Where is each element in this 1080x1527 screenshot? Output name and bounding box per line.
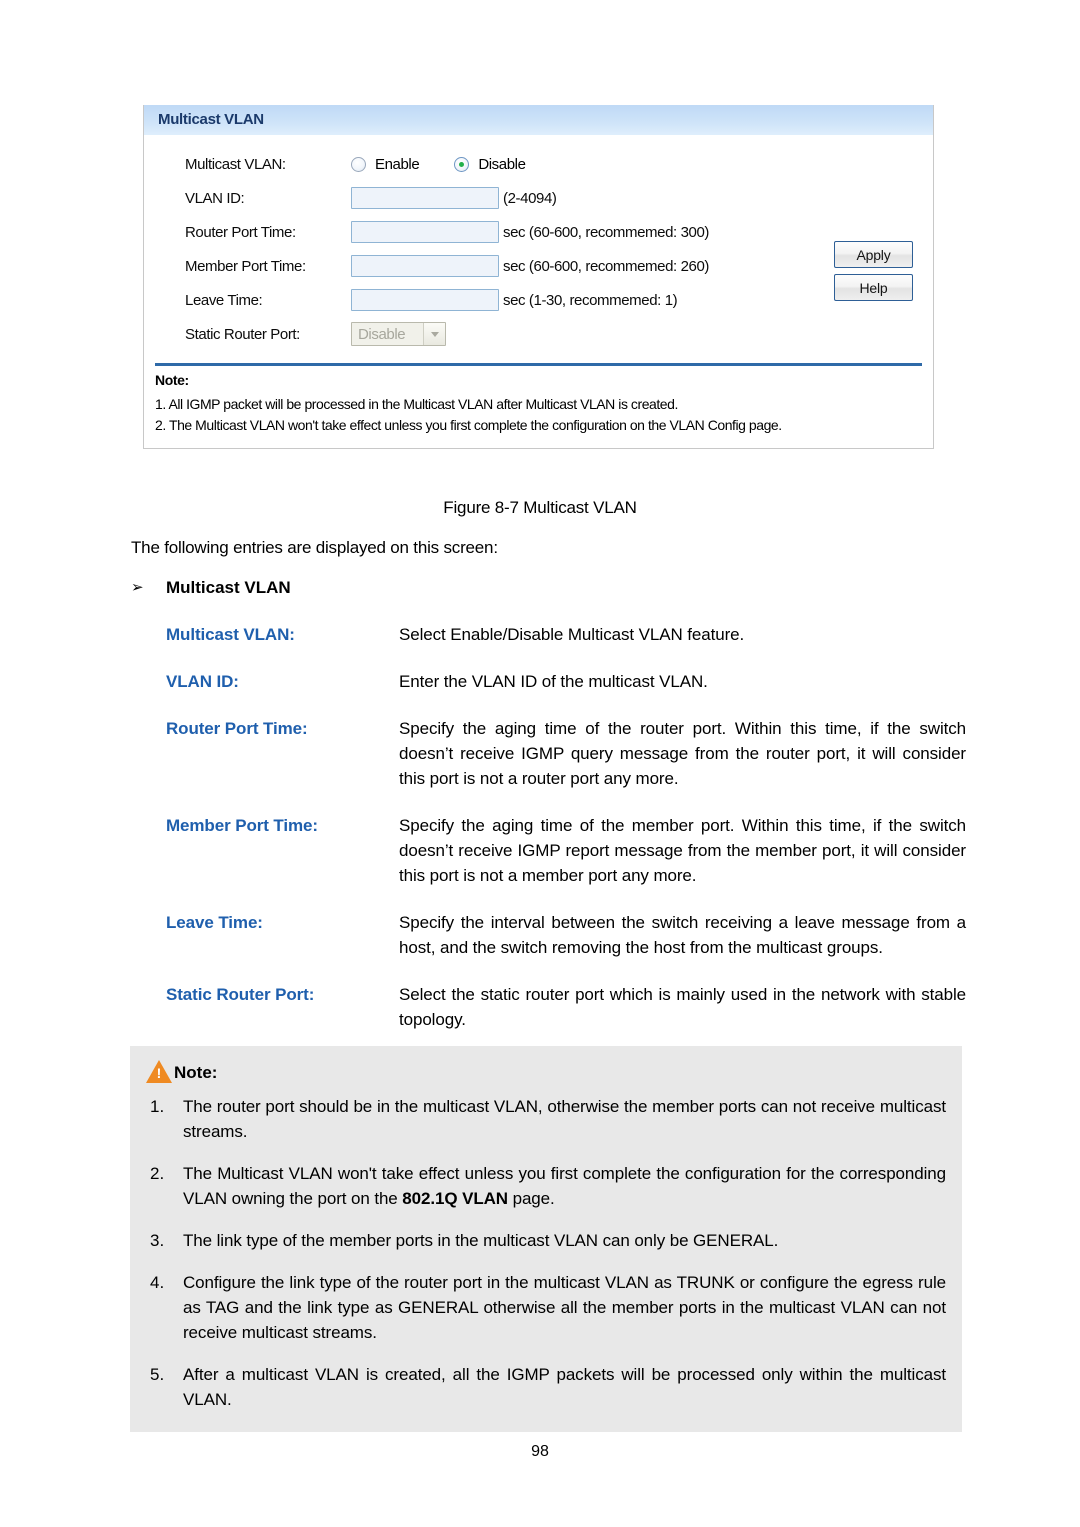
note-item-text-after: page.: [507, 1189, 555, 1208]
note-item-text: The Multicast VLAN won't take effect unl…: [183, 1161, 946, 1211]
vlan-id-hint: (2-4094): [503, 189, 557, 207]
panel-note-line-1: 1. All IGMP packet will be processed in …: [155, 396, 678, 412]
chevron-down-icon: [423, 323, 445, 345]
apply-button[interactable]: Apply: [834, 241, 913, 268]
panel-note: Note: 1. All IGMP packet will be process…: [144, 366, 933, 448]
bullet-arrow-icon: ➢: [131, 579, 144, 596]
figure-caption: Figure 8-7 Multicast VLAN: [443, 498, 637, 517]
radio-disable[interactable]: [454, 156, 470, 172]
member-port-time-input[interactable]: [351, 255, 499, 277]
note-callout-label: Note:: [174, 1063, 218, 1082]
member-port-time-control: [351, 255, 503, 277]
note-list-item: 3. The link type of the member ports in …: [146, 1228, 946, 1253]
panel-header: Multicast VLAN: [144, 105, 933, 135]
form-row-multicast-vlan: Multicast VLAN: Enable Disable: [144, 147, 933, 181]
router-port-time-control: [351, 221, 503, 243]
definition-item: VLAN ID: Enter the VLAN ID of the multic…: [166, 669, 966, 694]
definition-term: VLAN ID:: [166, 672, 239, 691]
radio-enable-label: Enable: [375, 155, 420, 173]
note-callout-list: 1. The router port should be in the mult…: [146, 1094, 946, 1412]
member-port-time-hint: sec (60-600, recommemed: 260): [503, 257, 709, 275]
definition-item: Router Port Time: Specify the aging time…: [166, 716, 966, 791]
definition-description: Specify the aging time of the router por…: [399, 719, 966, 788]
definition-description: Select the static router port which is m…: [399, 985, 966, 1029]
leave-time-input[interactable]: [351, 289, 499, 311]
definition-item: Member Port Time: Specify the aging time…: [166, 813, 966, 888]
router-port-time-label: Router Port Time:: [185, 223, 296, 241]
leave-time-label: Leave Time:: [185, 291, 263, 309]
form-row-member-port-time: Member Port Time: sec (60-600, recommeme…: [144, 249, 933, 283]
definition-term: Member Port Time:: [166, 816, 318, 835]
note-item-text: The link type of the member ports in the…: [183, 1228, 946, 1253]
router-port-time-hint: sec (60-600, recommemed: 300): [503, 223, 709, 241]
note-item-text-before: The router port should be in the multica…: [183, 1097, 946, 1141]
member-port-time-label: Member Port Time:: [185, 257, 306, 275]
radio-enable[interactable]: [351, 156, 366, 172]
vlan-id-label: VLAN ID:: [185, 189, 245, 207]
warning-triangle-icon: [146, 1060, 172, 1083]
note-item-text-before: The link type of the member ports in the…: [183, 1231, 779, 1250]
note-item-text: Configure the link type of the router po…: [183, 1270, 946, 1345]
multicast-vlan-radio-group: Enable Disable: [351, 156, 526, 173]
form-row-vlan-id: VLAN ID: (2-4094): [144, 181, 933, 215]
note-item-text-before: After a multicast VLAN is created, all t…: [183, 1365, 946, 1409]
definition-term: Leave Time:: [166, 913, 263, 932]
vlan-id-input[interactable]: [351, 187, 499, 209]
note-list-item: 1. The router port should be in the mult…: [146, 1094, 946, 1144]
definition-item: Leave Time: Specify the interval between…: [166, 910, 966, 960]
form-row-leave-time: Leave Time: sec (1-30, recommemed: 1): [144, 283, 933, 317]
page-number: 98: [531, 1443, 549, 1460]
definition-list: Multicast VLAN: Select Enable/Disable Mu…: [166, 622, 966, 1054]
definition-description: Select Enable/Disable Multicast VLAN fea…: [399, 625, 745, 644]
action-buttons: Apply Help: [834, 241, 913, 307]
definition-item: Multicast VLAN: Select Enable/Disable Mu…: [166, 622, 966, 647]
definition-description: Enter the VLAN ID of the multicast VLAN.: [399, 672, 708, 691]
note-list-item: 5. After a multicast VLAN is created, al…: [146, 1362, 946, 1412]
intro-text: The following entries are displayed on t…: [131, 538, 498, 557]
static-router-port-control: Disable: [351, 322, 503, 346]
leave-time-control: [351, 289, 503, 311]
note-callout-box: Note: 1. The router port should be in th…: [130, 1046, 962, 1432]
leave-time-hint: sec (1-30, recommemed: 1): [503, 291, 678, 309]
definition-term: Multicast VLAN:: [166, 625, 295, 644]
radio-disable-label: Disable: [478, 155, 526, 173]
section-heading: ➢ Multicast VLAN: [131, 578, 291, 598]
help-button[interactable]: Help: [834, 274, 913, 301]
static-router-port-label: Static Router Port:: [185, 325, 300, 343]
note-list-item: 2. The Multicast VLAN won't take effect …: [146, 1161, 946, 1211]
figure-screenshot: Multicast VLAN Multicast VLAN: Enable Di…: [143, 105, 934, 449]
panel-note-line-2: 2. The Multicast VLAN won't take effect …: [155, 417, 782, 433]
section-heading-label: Multicast VLAN: [166, 578, 291, 597]
note-list-item: 4. Configure the link type of the router…: [146, 1270, 946, 1345]
definition-term: Router Port Time:: [166, 719, 308, 738]
note-callout-header: Note:: [146, 1060, 946, 1083]
note-item-text-before: The Multicast VLAN won't take effect unl…: [183, 1164, 946, 1208]
static-router-port-value: Disable: [358, 325, 406, 343]
note-item-number: 5.: [150, 1365, 165, 1384]
multicast-vlan-form: Multicast VLAN: Enable Disable VLAN ID: …: [144, 135, 933, 351]
note-item-text: The router port should be in the multica…: [183, 1094, 946, 1144]
form-row-static-router-port: Static Router Port: Disable: [144, 317, 933, 351]
multicast-vlan-label: Multicast VLAN:: [185, 155, 286, 173]
note-item-number: 2.: [150, 1164, 165, 1183]
note-item-text-before: Configure the link type of the router po…: [183, 1273, 946, 1342]
note-item-emphasis: 802.1Q VLAN: [402, 1189, 508, 1208]
definition-description: Specify the aging time of the member por…: [399, 816, 966, 885]
note-item-number: 3.: [150, 1231, 165, 1250]
definition-description: Specify the interval between the switch …: [399, 913, 966, 957]
vlan-id-control: [351, 187, 503, 209]
definition-item: Static Router Port: Select the static ro…: [166, 982, 966, 1032]
panel-note-heading: Note:: [155, 372, 189, 388]
static-router-port-select[interactable]: Disable: [351, 322, 446, 346]
note-item-text: After a multicast VLAN is created, all t…: [183, 1362, 946, 1412]
note-item-number: 4.: [150, 1273, 165, 1292]
form-row-router-port-time: Router Port Time: sec (60-600, recommeme…: [144, 215, 933, 249]
definition-term: Static Router Port:: [166, 985, 315, 1004]
note-item-number: 1.: [150, 1097, 165, 1116]
router-port-time-input[interactable]: [351, 221, 499, 243]
